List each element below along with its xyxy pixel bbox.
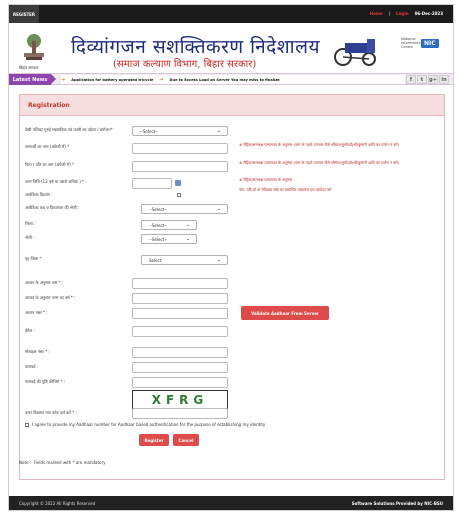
- consent-text: I agree to provide my Aadhaar number for…: [32, 422, 266, 427]
- home-district-label: गृह जिला *: [25, 256, 42, 261]
- disability-category-select[interactable]: --Select-- ⌄: [141, 204, 228, 214]
- mobile-input[interactable]: [132, 347, 228, 358]
- news-item[interactable]: Due to Excess Load on Server You may mis…: [170, 78, 280, 82]
- emblem-caption: बिहार सरकार: [19, 65, 39, 70]
- site-subtitle: (समाज कल्याण विभाग, बिहार सरकार): [113, 59, 257, 70]
- category-label: श्रेणी :: [25, 235, 35, 240]
- news-arrow-icon: ➜: [61, 76, 66, 83]
- aadhaar-name-input[interactable]: [132, 278, 228, 289]
- site-header: बिहार सरकार दिव्यांगजन सशक्तिकरण निदेशाल…: [9, 23, 453, 73]
- home-district-value: Select: [149, 257, 162, 263]
- district-select[interactable]: --Select-- ⌄: [141, 220, 197, 230]
- captcha-input[interactable]: [132, 408, 228, 419]
- chevron-down-icon: ⌄: [216, 257, 221, 263]
- confirm-password-label: पासवर्ड की पुष्टि कीजिये * :: [25, 379, 66, 384]
- page-frame: REGISTER Home | Login 06-Dec-2023 बिहार …: [8, 4, 454, 511]
- panel-title: Registration: [20, 95, 444, 116]
- wheelchair-icon: [334, 39, 376, 66]
- disability-category-value: --Select--: [149, 206, 168, 212]
- home-district-select[interactable]: Select ⌄: [141, 255, 228, 265]
- linkedin-icon[interactable]: in: [439, 75, 449, 84]
- dob-hint: # मैट्रिक/समकक्ष प्रमाणपत्र के अनुसार: [239, 177, 293, 182]
- calendar-icon[interactable]: [175, 180, 181, 186]
- purpose-select[interactable]: --Select-- ⌄: [132, 126, 228, 136]
- validate-aadhaar-button[interactable]: Validate Aadhaar From Server: [241, 306, 329, 320]
- father-name-hint: # मैट्रिक/समकक्ष प्रमाणपत्र के अनुसार (न…: [239, 160, 400, 165]
- category-select[interactable]: --Select-- ⌄: [141, 234, 197, 244]
- confirm-password-input[interactable]: [132, 377, 228, 388]
- current-date: 06-Dec-2023: [414, 11, 443, 16]
- beneficiary-name-input[interactable]: [132, 143, 228, 154]
- facebook-icon[interactable]: f: [406, 75, 416, 84]
- aadhaar-birth-year-label: आधार के अनुसार जन्म का वर्ष * :: [25, 295, 76, 300]
- news-bar: Latest News ➜ Application for battery op…: [9, 73, 453, 85]
- site-footer: Copyright © 2022 All Rights Reserved Sof…: [9, 496, 453, 510]
- disabled-checkbox[interactable]: [177, 193, 181, 197]
- nic-logo: National Informatics Centre NIC: [401, 37, 439, 49]
- captcha-image: XFRG: [132, 390, 228, 410]
- nic-logo-text: National Informatics Centre: [401, 37, 421, 49]
- news-arrow-icon: ➜: [159, 76, 164, 83]
- news-ticker[interactable]: ➜ Application for battery operated tricy…: [61, 75, 405, 84]
- category-select-value: --Select--: [149, 236, 168, 242]
- mandatory-note: Note :- Fields marked with * are mandato…: [19, 460, 106, 465]
- disabled-label: आवेदिका दिव्यांग :: [25, 192, 53, 197]
- aadhaar-number-label: आधार नंबर * :: [25, 310, 48, 315]
- captcha-label: ऊपर दिखाया गया कोड दर्ज करें * :: [25, 410, 77, 415]
- copyright-text: Copyright © 2022 All Rights Reserved: [19, 500, 96, 506]
- news-item[interactable]: Application for battery operated tricycl…: [71, 78, 153, 82]
- nic-badge: NIC: [421, 38, 439, 48]
- register-button[interactable]: Register: [139, 434, 169, 446]
- aadhaar-number-input[interactable]: [132, 308, 228, 319]
- district-label: जिला :: [25, 221, 36, 226]
- dob-label: जन्म तिथि (12 वर्ष या उससे अधिक ) * :: [25, 179, 87, 184]
- aadhaar-birth-year-input[interactable]: [132, 293, 228, 304]
- register-tab[interactable]: REGISTER: [9, 5, 39, 23]
- chevron-down-icon: ⌄: [185, 222, 190, 228]
- social-links: f t g+ in: [406, 75, 449, 84]
- provider-text: Software Solutions Provided by NIC-BSU: [351, 500, 443, 506]
- purpose-label: देखी यशिका गुरुई सहयाविक एवं कामी का उद्…: [25, 127, 113, 132]
- google-plus-icon[interactable]: g+: [428, 75, 438, 84]
- mobile-label: मोबाइल नंबर * :: [25, 349, 50, 354]
- twitter-icon[interactable]: t: [417, 75, 427, 84]
- father-name-label: पिता / पति का नाम (अंग्रेजी में) *: [25, 162, 75, 167]
- father-name-input[interactable]: [132, 161, 228, 172]
- disabled-note: नोट: यदि हाँ तो मेडिकल बोर्ड का प्रमाणित…: [239, 187, 332, 192]
- purpose-select-value: --Select--: [140, 128, 159, 134]
- consent-checkbox[interactable]: [25, 423, 29, 427]
- dob-input[interactable]: [132, 178, 172, 189]
- chevron-down-icon: ⌄: [216, 128, 221, 134]
- latest-news-label: Latest News: [9, 74, 56, 85]
- chevron-down-icon: ⌄: [216, 206, 221, 212]
- district-select-value: --Select--: [149, 222, 168, 228]
- email-input[interactable]: [132, 326, 228, 337]
- top-bar: REGISTER Home | Login 06-Dec-2023: [9, 5, 453, 23]
- name-hint: # मैट्रिक/समकक्ष प्रमाणपत्र के अनुसार (न…: [239, 142, 400, 147]
- email-label: ईमेल :: [25, 328, 35, 333]
- top-links-separator: |: [388, 11, 391, 16]
- disability-category-label: आवेदिका कद व दिव्यांगता की श्रेणी :: [25, 205, 80, 210]
- bihar-emblem-icon: [24, 34, 44, 60]
- beneficiary-name-label: लाभार्थी का नाम (अंग्रेजी में) *: [25, 144, 70, 149]
- login-link[interactable]: Login: [396, 11, 408, 16]
- top-links: Home | Login 06-Dec-2023: [370, 11, 443, 16]
- password-label: पासवर्ड :: [25, 364, 38, 369]
- aadhaar-name-label: आधार के अनुसार नाम * :: [25, 280, 64, 285]
- cancel-button[interactable]: Cancel: [173, 434, 199, 446]
- home-link[interactable]: Home: [370, 11, 383, 16]
- password-input[interactable]: [132, 362, 228, 373]
- chevron-down-icon: ⌄: [185, 236, 190, 242]
